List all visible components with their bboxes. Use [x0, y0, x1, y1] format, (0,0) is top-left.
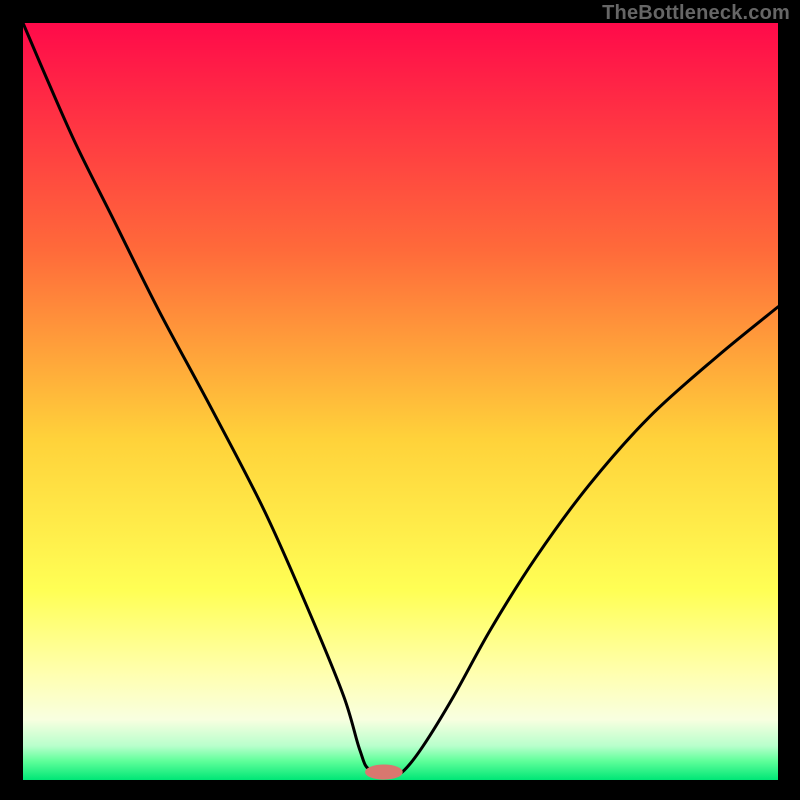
watermark-text: TheBottleneck.com — [602, 2, 790, 25]
bottleneck-chart — [23, 23, 778, 780]
chart-stage: TheBottleneck.com — [0, 0, 800, 800]
plot-area — [23, 23, 778, 780]
optimal-marker — [365, 764, 403, 779]
